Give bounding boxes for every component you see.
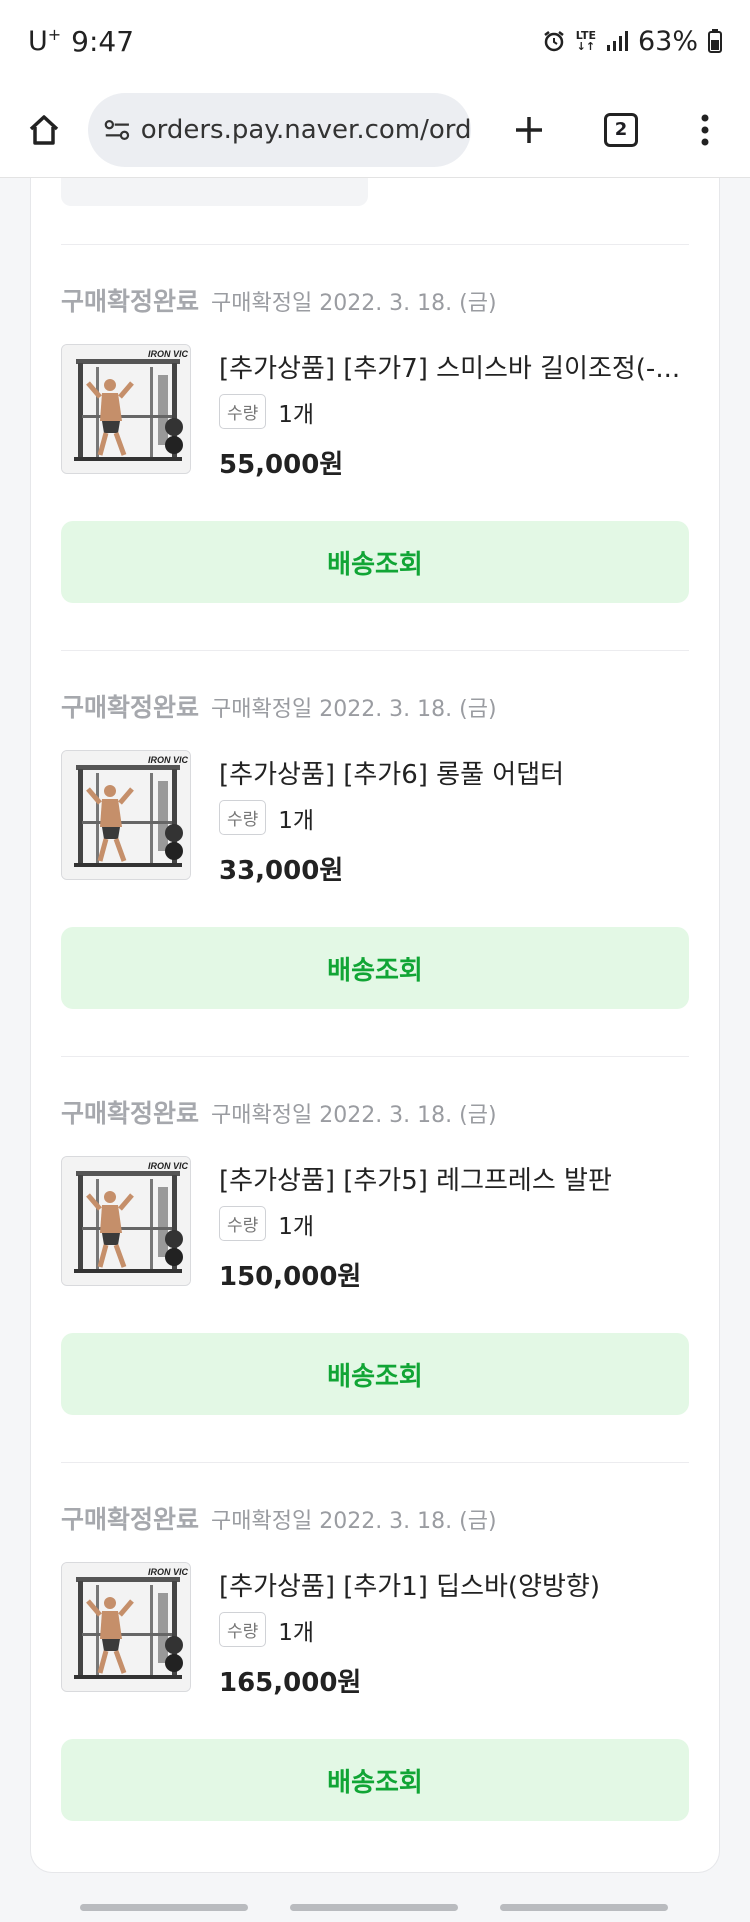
address-bar[interactable]: orders.pay.naver.com/orders (88, 92, 471, 167)
overflow-menu-button[interactable] (663, 82, 747, 178)
quantity-row: 수량 1개 (219, 394, 314, 429)
lte-icon: LTE ↓↑ (575, 29, 596, 53)
quantity-row: 수량 1개 (219, 800, 314, 835)
quantity-value: 1개 (278, 807, 315, 834)
new-tab-button[interactable] (479, 82, 579, 178)
plus-icon (516, 116, 542, 143)
order-item: 구매확정완료 구매확정일 2022. 3. 18. (금) IRON VIC [… (61, 650, 689, 1056)
confirm-date: 구매확정일 2022. 3. 18. (금) (211, 1509, 497, 1534)
product-thumbnail[interactable]: IRON VIC (61, 750, 191, 880)
track-shipping-button[interactable]: 배송조회 (61, 1739, 689, 1821)
product-thumbnail[interactable]: IRON VIC (61, 1156, 191, 1286)
product-name[interactable]: [추가상품] [추가1] 딥스바(양방향) (219, 1566, 689, 1603)
quantity-label: 수량 (219, 800, 267, 835)
divider (61, 244, 689, 245)
tab-count: 2 (604, 112, 638, 147)
status-right: LTE ↓↑ 63% (542, 26, 722, 57)
order-card: 구매확정완료 구매확정일 2022. 3. 18. (금) IRON VIC [… (30, 178, 720, 1873)
url-text[interactable]: orders.pay.naver.com/orders (141, 115, 471, 145)
order-status: 구매확정완료 (61, 287, 200, 316)
divider (61, 1056, 689, 1057)
divider (61, 650, 689, 651)
alarm-icon (542, 29, 566, 53)
quantity-row: 수량 1개 (219, 1206, 314, 1241)
confirm-date: 구매확정일 2022. 3. 18. (금) (211, 697, 497, 722)
battery-icon (708, 29, 722, 53)
nav-gesture-bar[interactable] (500, 1904, 668, 1911)
status-line: 구매확정완료 구매확정일 2022. 3. 18. (금) (61, 688, 497, 724)
nav-gesture-bar[interactable] (290, 1904, 458, 1911)
home-button[interactable] (0, 82, 88, 178)
confirm-date: 구매확정일 2022. 3. 18. (금) (211, 1103, 497, 1128)
confirm-date: 구매확정일 2022. 3. 18. (금) (211, 291, 497, 316)
quantity-label: 수량 (219, 1612, 267, 1647)
site-settings-icon[interactable] (104, 117, 131, 143)
track-shipping-button[interactable]: 배송조회 (61, 927, 689, 1009)
battery-percent: 63% (637, 25, 698, 57)
browser-toolbar: orders.pay.naver.com/orders 2 (0, 82, 750, 178)
quantity-label: 수량 (219, 1206, 267, 1241)
product-price: 33,000원 (219, 856, 344, 886)
product-name[interactable]: [추가상품] [추가7] 스미스바 길이조정(-... (219, 348, 689, 385)
previous-item-box (61, 178, 368, 206)
order-status: 구매확정완료 (61, 1099, 200, 1128)
product-price: 150,000원 (219, 1262, 362, 1292)
product-price: 55,000원 (219, 450, 344, 480)
order-status: 구매확정완료 (61, 1505, 200, 1534)
clock: 9:47 (71, 24, 135, 58)
status-bar: U+ 9:47 LTE ↓↑ 63% (0, 0, 750, 82)
status-left: U+ 9:47 (28, 25, 134, 58)
quantity-label: 수량 (219, 394, 267, 429)
product-name[interactable]: [추가상품] [추가5] 레그프레스 발판 (219, 1160, 689, 1197)
thumb-brand-text: IRON VIC (148, 755, 189, 765)
quantity-value: 1개 (278, 401, 315, 428)
divider (61, 1462, 689, 1463)
track-shipping-button[interactable]: 배송조회 (61, 1333, 689, 1415)
quantity-row: 수량 1개 (219, 1612, 314, 1647)
nav-gesture-bar[interactable] (80, 1904, 248, 1911)
carrier-label: U+ (28, 25, 62, 57)
product-price: 165,000원 (219, 1668, 362, 1698)
status-line: 구매확정완료 구매확정일 2022. 3. 18. (금) (61, 282, 497, 318)
quantity-value: 1개 (278, 1619, 315, 1646)
product-thumbnail[interactable]: IRON VIC (61, 344, 191, 474)
product-name[interactable]: [추가상품] [추가6] 롱풀 어댑터 (219, 754, 689, 791)
order-item: 구매확정완료 구매확정일 2022. 3. 18. (금) IRON VIC [… (61, 1056, 689, 1462)
product-thumbnail[interactable]: IRON VIC (61, 1562, 191, 1692)
status-line: 구매확정완료 구매확정일 2022. 3. 18. (금) (61, 1094, 497, 1130)
quantity-value: 1개 (278, 1213, 315, 1240)
tab-switcher-button[interactable]: 2 (579, 82, 663, 178)
signal-icon (606, 30, 628, 52)
status-line: 구매확정완료 구매확정일 2022. 3. 18. (금) (61, 1500, 497, 1536)
thumb-brand-text: IRON VIC (148, 1567, 189, 1577)
thumb-brand-text: IRON VIC (148, 1161, 189, 1171)
home-icon (29, 114, 59, 145)
more-vert-icon (701, 114, 709, 145)
track-shipping-button[interactable]: 배송조회 (61, 521, 689, 603)
order-status: 구매확정완료 (61, 693, 200, 722)
order-item: 구매확정완료 구매확정일 2022. 3. 18. (금) IRON VIC [… (61, 244, 689, 650)
order-item: 구매확정완료 구매확정일 2022. 3. 18. (금) IRON VIC [… (61, 1462, 689, 1868)
thumb-brand-text: IRON VIC (148, 349, 189, 359)
